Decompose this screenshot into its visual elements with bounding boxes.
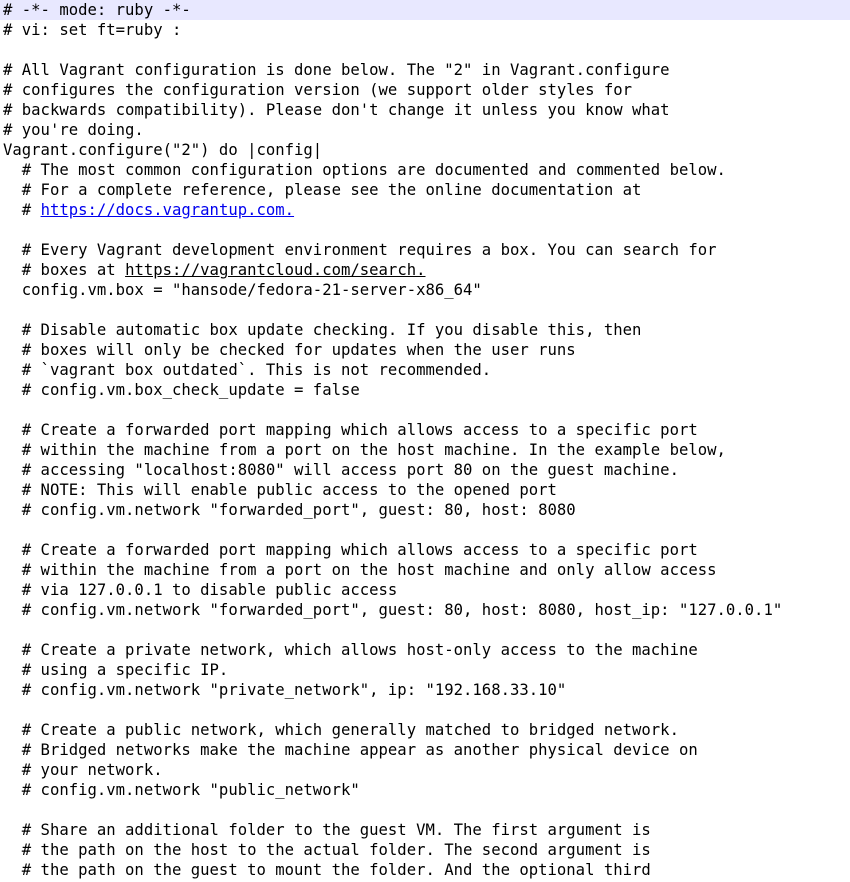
url-link[interactable]: https://vagrantcloud.com/search. <box>125 261 425 279</box>
code-line[interactable]: # https://docs.vagrantup.com. <box>0 200 850 220</box>
code-line[interactable]: # config.vm.box_check_update = false <box>0 380 850 400</box>
code-line[interactable]: # via 127.0.0.1 to disable public access <box>0 580 850 600</box>
code-line[interactable]: # All Vagrant configuration is done belo… <box>0 60 850 80</box>
code-line[interactable] <box>0 700 850 720</box>
code-line-text: # configures the configuration version (… <box>3 81 633 99</box>
code-line[interactable]: config.vm.box = "hansode/fedora-21-serve… <box>0 280 850 300</box>
code-line-text: # your network. <box>3 761 163 779</box>
code-line[interactable]: # configures the configuration version (… <box>0 80 850 100</box>
code-line-text: # boxes at <box>3 261 126 279</box>
code-line-text: # Disable automatic box update checking.… <box>3 321 642 339</box>
code-line[interactable]: # `vagrant box outdated`. This is not re… <box>0 360 850 380</box>
code-line-text: # the path on the host to the actual fol… <box>3 841 651 859</box>
code-line-text: # accessing "localhost:8080" will access… <box>3 461 679 479</box>
code-line-text: # For a complete reference, please see t… <box>3 181 642 199</box>
code-line[interactable]: # you're doing. <box>0 120 850 140</box>
code-line[interactable] <box>0 40 850 60</box>
code-line[interactable]: # boxes at https://vagrantcloud.com/sear… <box>0 260 850 280</box>
code-line-text: # config.vm.network "private_network", i… <box>3 681 567 699</box>
code-line[interactable]: # NOTE: This will enable public access t… <box>0 480 850 500</box>
code-line[interactable]: # your network. <box>0 760 850 780</box>
code-line[interactable]: # config.vm.network "private_network", i… <box>0 680 850 700</box>
code-line[interactable]: # Share an additional folder to the gues… <box>0 820 850 840</box>
code-line[interactable]: # config.vm.network "forwarded_port", gu… <box>0 500 850 520</box>
code-line-text: Vagrant.configure("2") do |config| <box>3 141 323 159</box>
text-editor[interactable]: # -*- mode: ruby -*- # vi: set ft=ruby : #… <box>0 0 850 882</box>
code-line[interactable]: # config.vm.network "forwarded_port", gu… <box>0 600 850 620</box>
code-line[interactable]: # Disable automatic box update checking.… <box>0 320 850 340</box>
code-line[interactable]: # the path on the host to the actual fol… <box>0 840 850 860</box>
code-line-text: # within the machine from a port on the … <box>3 561 717 579</box>
code-line-text: # NOTE: This will enable public access t… <box>3 481 557 499</box>
code-line[interactable]: # the path on the guest to mount the fol… <box>0 860 850 880</box>
code-line-text: # vi: set ft=ruby : <box>3 21 182 39</box>
code-line[interactable]: # The most common configuration options … <box>0 160 850 180</box>
code-line[interactable] <box>0 300 850 320</box>
code-line-text: # Share an additional folder to the gues… <box>3 821 651 839</box>
code-line-text: # within the machine from a port on the … <box>3 441 726 459</box>
current-line[interactable]: # -*- mode: ruby -*- <box>0 0 850 20</box>
code-line-text: # All Vagrant configuration is done belo… <box>3 61 670 79</box>
code-line-text: # Create a forwarded port mapping which … <box>3 421 698 439</box>
code-line[interactable] <box>0 400 850 420</box>
code-line-text: # using a specific IP. <box>3 661 229 679</box>
code-line[interactable] <box>0 620 850 640</box>
code-line-text: # `vagrant box outdated`. This is not re… <box>3 361 492 379</box>
code-line[interactable]: # boxes will only be checked for updates… <box>0 340 850 360</box>
code-line-text: # Create a public network, which general… <box>3 721 679 739</box>
code-line[interactable]: # Every Vagrant development environment … <box>0 240 850 260</box>
code-line[interactable]: # config.vm.network "public_network" <box>0 780 850 800</box>
code-line-text: # via 127.0.0.1 to disable public access <box>3 581 398 599</box>
code-line[interactable]: # Create a forwarded port mapping which … <box>0 420 850 440</box>
code-line-text: config.vm.box = "hansode/fedora-21-serve… <box>3 281 482 299</box>
code-line-text: # backwards compatibility). Please don't… <box>3 101 670 119</box>
code-line-text: # Every Vagrant development environment … <box>3 241 717 259</box>
code-line-text: # Bridged networks make the machine appe… <box>3 741 698 759</box>
code-line[interactable]: # Create a public network, which general… <box>0 720 850 740</box>
code-line-text: # -*- mode: ruby -*- <box>3 1 191 19</box>
code-line-text: # boxes will only be checked for updates… <box>3 341 576 359</box>
code-line-text: # config.vm.network "public_network" <box>3 781 360 799</box>
code-line[interactable] <box>0 220 850 240</box>
code-line-text: # you're doing. <box>3 121 144 139</box>
code-line[interactable]: # using a specific IP. <box>0 660 850 680</box>
code-line-text: # <box>3 201 41 219</box>
code-line-text: # Create a forwarded port mapping which … <box>3 541 698 559</box>
code-line-text: # The most common configuration options … <box>3 161 726 179</box>
code-line-text: # the path on the guest to mount the fol… <box>3 861 651 879</box>
code-line[interactable]: # Bridged networks make the machine appe… <box>0 740 850 760</box>
code-line[interactable]: # accessing "localhost:8080" will access… <box>0 460 850 480</box>
code-line-text: # Create a private network, which allows… <box>3 641 698 659</box>
code-line[interactable]: # within the machine from a port on the … <box>0 440 850 460</box>
code-line-text: # config.vm.network "forwarded_port", gu… <box>3 601 783 619</box>
code-line[interactable]: # within the machine from a port on the … <box>0 560 850 580</box>
code-line-text: # config.vm.box_check_update = false <box>3 381 360 399</box>
url-link[interactable]: https://docs.vagrantup.com. <box>41 201 294 219</box>
code-line-text: # config.vm.network "forwarded_port", gu… <box>3 501 576 519</box>
code-line[interactable] <box>0 800 850 820</box>
code-line[interactable]: Vagrant.configure("2") do |config| <box>0 140 850 160</box>
code-line[interactable] <box>0 520 850 540</box>
code-line[interactable]: # vi: set ft=ruby : <box>0 20 850 40</box>
code-line[interactable]: # For a complete reference, please see t… <box>0 180 850 200</box>
code-line[interactable]: # Create a private network, which allows… <box>0 640 850 660</box>
code-line[interactable]: # Create a forwarded port mapping which … <box>0 540 850 560</box>
code-line[interactable]: # backwards compatibility). Please don't… <box>0 100 850 120</box>
